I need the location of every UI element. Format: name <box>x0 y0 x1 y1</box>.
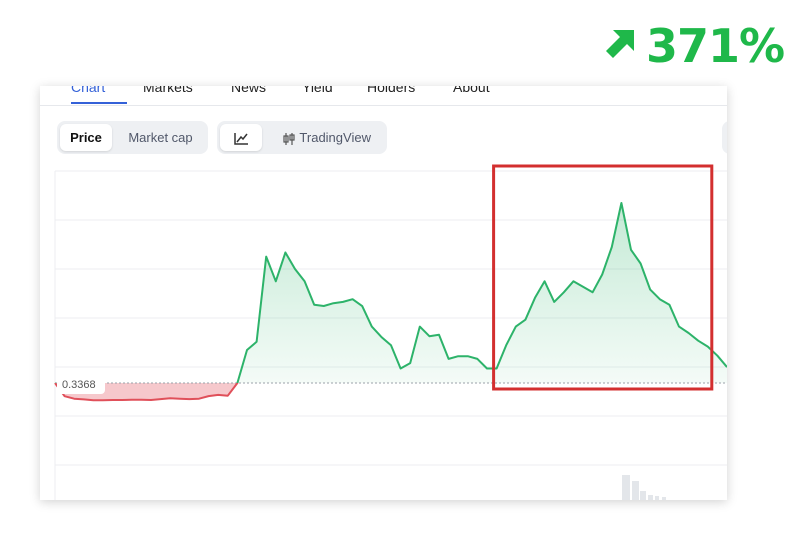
token-chart-card: Chart Markets News Yield Holders About P… <box>40 86 727 500</box>
gain-badge: 371% <box>600 18 785 74</box>
gain-percent: 371% <box>646 19 785 73</box>
baseline-label: 0.3368 <box>62 379 96 391</box>
arrow-up-right-icon <box>600 24 640 69</box>
volume-bars <box>622 475 666 500</box>
price-chart: 0.3368 <box>54 164 727 500</box>
area-above-baseline <box>55 203 727 383</box>
